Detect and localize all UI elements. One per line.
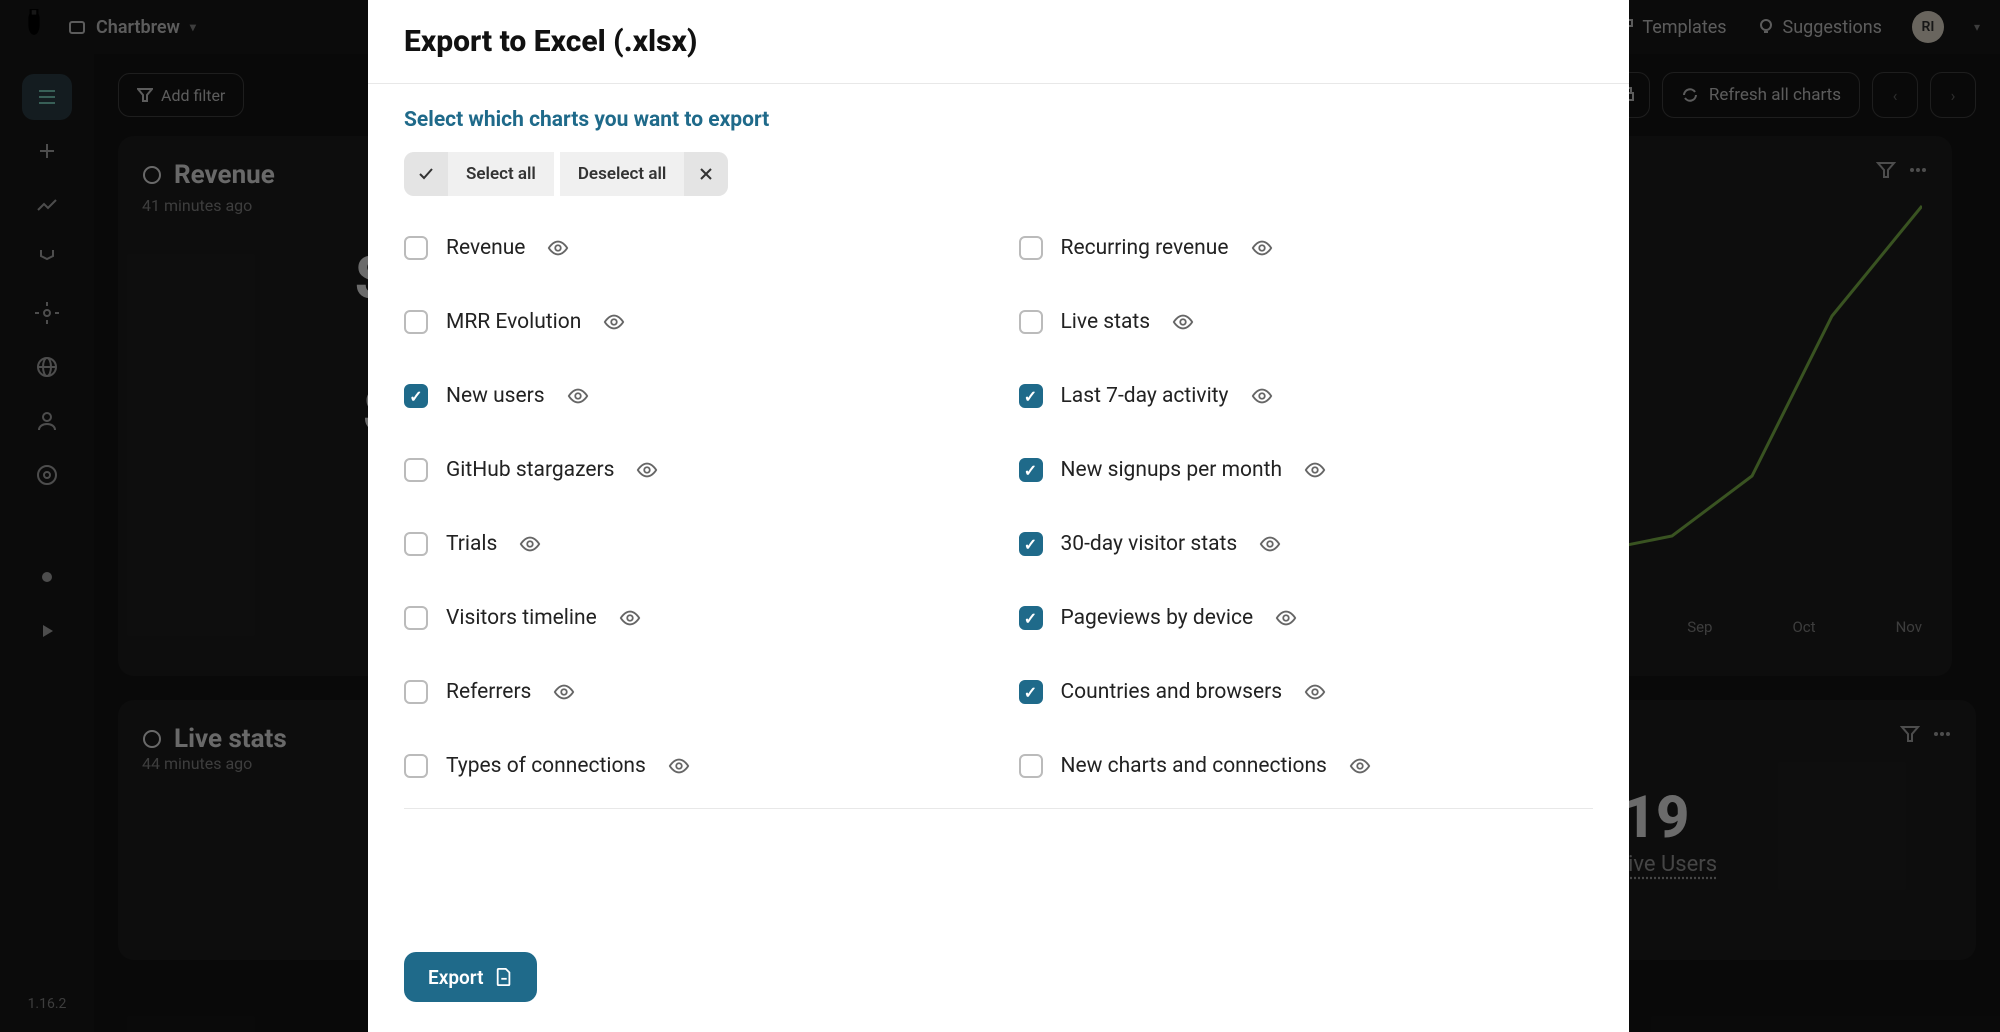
- modal-title: Export to Excel (.xlsx): [404, 24, 1593, 59]
- selection-buttons: Select all Deselect all: [404, 152, 1593, 196]
- chart-label: Countries and browsers: [1061, 680, 1283, 704]
- eye-icon[interactable]: [668, 755, 690, 777]
- export-modal: Export to Excel (.xlsx) Select which cha…: [368, 0, 1629, 1032]
- chart-checkbox-item[interactable]: Types of connections: [404, 754, 979, 778]
- modal-header: Export to Excel (.xlsx): [368, 0, 1629, 83]
- chart-label: MRR Evolution: [446, 310, 581, 334]
- close-icon: [698, 166, 714, 182]
- chart-label: Last 7-day activity: [1061, 384, 1229, 408]
- eye-icon[interactable]: [1304, 681, 1326, 703]
- checkbox[interactable]: [404, 384, 428, 408]
- chart-checkbox-item[interactable]: GitHub stargazers: [404, 458, 979, 482]
- eye-icon[interactable]: [1275, 607, 1297, 629]
- chart-label: New charts and connections: [1061, 754, 1327, 778]
- eye-icon[interactable]: [1304, 459, 1326, 481]
- check-icon: [417, 165, 435, 183]
- checkbox[interactable]: [1019, 680, 1043, 704]
- checkbox[interactable]: [404, 458, 428, 482]
- chart-checkbox-item[interactable]: Trials: [404, 532, 979, 556]
- chart-checkbox-grid: Revenue Recurring revenue MRR Evolution Liv…: [404, 236, 1593, 778]
- checkbox[interactable]: [1019, 384, 1043, 408]
- checkbox[interactable]: [404, 532, 428, 556]
- eye-icon[interactable]: [636, 459, 658, 481]
- eye-icon[interactable]: [1172, 311, 1194, 333]
- chart-label: Types of connections: [446, 754, 646, 778]
- chart-label: GitHub stargazers: [446, 458, 614, 482]
- checkbox[interactable]: [404, 680, 428, 704]
- checkbox[interactable]: [404, 606, 428, 630]
- chart-checkbox-item[interactable]: Recurring revenue: [1019, 236, 1594, 260]
- chart-label: Live stats: [1061, 310, 1151, 334]
- chart-label: New users: [446, 384, 545, 408]
- chart-label: New signups per month: [1061, 458, 1283, 482]
- chart-label: Revenue: [446, 236, 525, 260]
- chart-label: Pageviews by device: [1061, 606, 1254, 630]
- chart-checkbox-item[interactable]: Last 7-day activity: [1019, 384, 1594, 408]
- modal-footer: Export: [368, 952, 1629, 1032]
- modal-body: Select which charts you want to export S…: [368, 84, 1629, 952]
- eye-icon[interactable]: [567, 385, 589, 407]
- divider: [404, 808, 1593, 809]
- chart-checkbox-item[interactable]: 30-day visitor stats: [1019, 532, 1594, 556]
- chart-checkbox-item[interactable]: New charts and connections: [1019, 754, 1594, 778]
- checkbox[interactable]: [1019, 310, 1043, 334]
- eye-icon[interactable]: [603, 311, 625, 333]
- eye-icon[interactable]: [619, 607, 641, 629]
- eye-icon[interactable]: [1251, 385, 1273, 407]
- chart-label: 30-day visitor stats: [1061, 532, 1238, 556]
- eye-icon[interactable]: [553, 681, 575, 703]
- checkbox[interactable]: [1019, 458, 1043, 482]
- chart-checkbox-item[interactable]: New users: [404, 384, 979, 408]
- chart-checkbox-item[interactable]: Revenue: [404, 236, 979, 260]
- eye-icon[interactable]: [1251, 237, 1273, 259]
- eye-icon[interactable]: [1259, 533, 1281, 555]
- chart-checkbox-item[interactable]: New signups per month: [1019, 458, 1594, 482]
- chart-checkbox-item[interactable]: Referrers: [404, 680, 979, 704]
- checkbox[interactable]: [1019, 606, 1043, 630]
- eye-icon[interactable]: [1349, 755, 1371, 777]
- checkbox[interactable]: [1019, 236, 1043, 260]
- deselect-all-button[interactable]: Deselect all: [560, 152, 728, 196]
- checkbox[interactable]: [1019, 532, 1043, 556]
- chart-checkbox-item[interactable]: Live stats: [1019, 310, 1594, 334]
- checkbox[interactable]: [404, 754, 428, 778]
- chart-label: Visitors timeline: [446, 606, 597, 630]
- chart-checkbox-item[interactable]: Visitors timeline: [404, 606, 979, 630]
- chart-checkbox-item[interactable]: Countries and browsers: [1019, 680, 1594, 704]
- modal-subtitle: Select which charts you want to export: [404, 108, 1593, 132]
- chart-label: Referrers: [446, 680, 531, 704]
- select-all-button[interactable]: Select all: [404, 152, 554, 196]
- file-icon: [495, 968, 513, 986]
- checkbox[interactable]: [404, 310, 428, 334]
- export-button[interactable]: Export: [404, 952, 537, 1002]
- eye-icon[interactable]: [519, 533, 541, 555]
- chart-label: Recurring revenue: [1061, 236, 1229, 260]
- chart-checkbox-item[interactable]: Pageviews by device: [1019, 606, 1594, 630]
- chart-checkbox-item[interactable]: MRR Evolution: [404, 310, 979, 334]
- checkbox[interactable]: [1019, 754, 1043, 778]
- chart-label: Trials: [446, 532, 497, 556]
- eye-icon[interactable]: [547, 237, 569, 259]
- checkbox[interactable]: [404, 236, 428, 260]
